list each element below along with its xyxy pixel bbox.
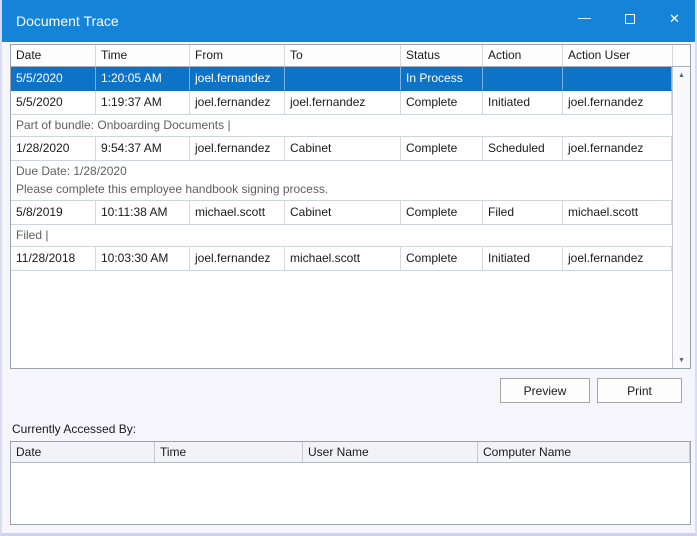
cell: 5/8/2019 [11,201,96,224]
cell [483,67,563,90]
cell: 10:11:38 AM [96,201,190,224]
accessed-column-header-time[interactable]: Time [155,442,303,462]
note-line: Please complete this employee handbook s… [16,182,329,196]
cell: Initiated [483,91,563,114]
note-line: Filed | [16,228,49,242]
cell: Cabinet [285,137,401,160]
vertical-scrollbar[interactable]: ▲ ▼ [672,67,690,368]
accessed-by-table-body [11,463,690,524]
cell: Initiated [483,247,563,270]
column-header-time[interactable]: Time [96,45,190,66]
table-row[interactable]: 11/28/2018 10:03:30 AM joel.fernandez micha… [11,247,672,271]
cell: 5/5/2020 [11,91,96,114]
scroll-up-icon[interactable]: ▲ [673,67,690,83]
cell [285,67,401,90]
table-note-row[interactable]: Filed | [11,225,672,247]
cell: Complete [401,137,483,160]
accessed-by-table: Date Time User Name Computer Name [10,441,691,525]
close-button[interactable]: ✕ [652,0,695,38]
document-trace-window: Document Trace — ✕ Date Time From To Status A… [0,0,697,536]
cell: Complete [401,247,483,270]
table-note-row[interactable]: Due Date: 1/28/2020 Please complete this … [11,161,672,201]
column-header-action[interactable]: Action [483,45,563,66]
cell: joel.fernandez [563,247,672,270]
accessed-by-table-header: Date Time User Name Computer Name [11,442,690,463]
column-header-to[interactable]: To [285,45,401,66]
title-bar: Document Trace — ✕ [2,0,695,42]
scroll-down-icon[interactable]: ▼ [673,352,690,368]
header-spacer [673,45,690,66]
cell: joel.fernandez [563,91,672,114]
cell: 1/28/2020 [11,137,96,160]
cell: michael.scott [190,201,285,224]
column-header-date[interactable]: Date [11,45,96,66]
cell: In Process [401,67,483,90]
print-button[interactable]: Print [597,378,682,403]
table-row[interactable]: 1/28/2020 9:54:37 AM joel.fernandez Cabinet… [11,137,672,161]
note-line: Due Date: 1/28/2020 [16,164,127,178]
cell: 9:54:37 AM [96,137,190,160]
trace-table-body: 5/5/2020 1:20:05 AM joel.fernandez In Proce… [11,67,672,368]
cell: joel.fernandez [190,247,285,270]
cell: 11/28/2018 [11,247,96,270]
accessed-column-header-date[interactable]: Date [11,442,155,462]
cell: 10:03:30 AM [96,247,190,270]
cell: joel.fernandez [285,91,401,114]
cell: joel.fernandez [190,67,285,90]
cell: Scheduled [483,137,563,160]
table-row[interactable]: 5/8/2019 10:11:38 AM michael.scott Cabinet C… [11,201,672,225]
currently-accessed-label: Currently Accessed By: [12,422,137,436]
table-note-row[interactable]: Part of bundle: Onboarding Documents | [11,115,672,137]
minimize-icon: — [578,9,591,25]
cell: 1:19:37 AM [96,91,190,114]
minimize-button[interactable]: — [562,0,607,38]
cell: joel.fernandez [190,91,285,114]
caption-buttons: — ✕ [562,0,695,42]
accessed-column-header-user-name[interactable]: User Name [303,442,478,462]
window-title: Document Trace [16,13,119,29]
trace-table: Date Time From To Status Action Action User 5/… [10,44,691,369]
trace-table-header: Date Time From To Status Action Action User [11,45,690,67]
cell: Complete [401,91,483,114]
cell: michael.scott [285,247,401,270]
maximize-button[interactable] [607,0,652,38]
close-icon: ✕ [669,11,680,26]
cell: 1:20:05 AM [96,67,190,90]
maximize-icon [624,14,635,24]
table-row-selected[interactable]: 5/5/2020 1:20:05 AM joel.fernandez In Proce… [11,67,672,91]
column-header-status[interactable]: Status [401,45,483,66]
column-header-from[interactable]: From [190,45,285,66]
cell: joel.fernandez [563,137,672,160]
cell: Complete [401,201,483,224]
cell [563,67,672,90]
cell: Filed [483,201,563,224]
cell: michael.scott [563,201,672,224]
note-line: Part of bundle: Onboarding Documents | [16,118,231,132]
cell: Cabinet [285,201,401,224]
column-header-action-user[interactable]: Action User [563,45,673,66]
accessed-column-header-computer-name[interactable]: Computer Name [478,442,690,462]
preview-button[interactable]: Preview [500,378,590,403]
table-row[interactable]: 5/5/2020 1:19:37 AM joel.fernandez joel.fer… [11,91,672,115]
cell: joel.fernandez [190,137,285,160]
cell: 5/5/2020 [11,67,96,90]
